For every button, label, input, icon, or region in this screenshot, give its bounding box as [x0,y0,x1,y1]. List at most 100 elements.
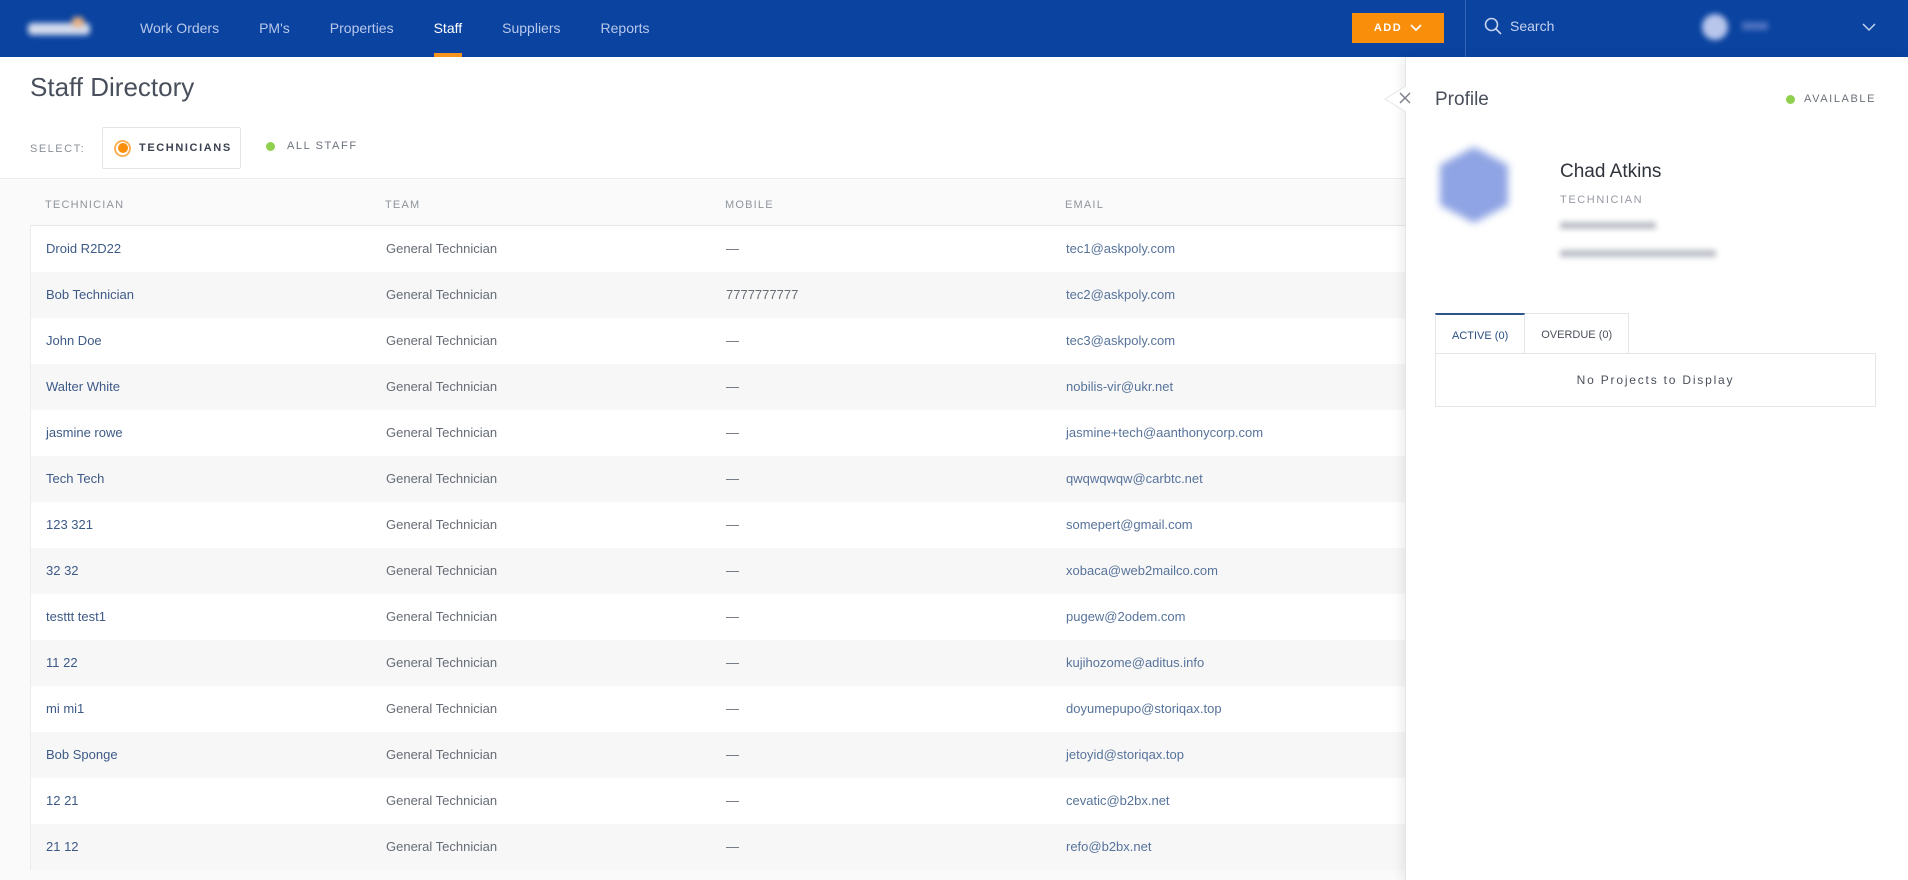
cell-technician-name[interactable]: 11 22 [46,655,78,670]
table-row[interactable]: 123 321 General Technician — somepert@gmail… [30,502,1420,548]
cell-team: General Technician [386,701,498,716]
column-header-email[interactable]: EMAIL [1065,199,1104,211]
close-icon[interactable] [1396,89,1414,107]
cell-technician-name[interactable]: testtt test1 [46,609,106,624]
table-body: Droid R2D22 General Technician — tec1@askpo… [30,226,1420,870]
cell-team: General Technician [386,839,498,854]
column-header-mobile[interactable]: MOBILE [725,199,774,211]
cell-technician-name[interactable]: Bob Sponge [46,747,118,762]
table-row[interactable]: 11 22 General Technician — kujihozome@aditu… [30,640,1420,686]
nav-properties[interactable]: Properties [330,0,394,57]
profile-email [1560,250,1716,257]
cell-email[interactable]: cevatic@b2bx.net [1066,793,1170,808]
filter-all-staff[interactable]: ALL STAFF [266,140,358,152]
cell-technician-name[interactable]: John Doe [46,333,102,348]
filter-technicians[interactable]: TECHNICIANS [102,127,241,169]
table-row[interactable]: 21 12 General Technician — refo@b2bx.net [30,824,1420,870]
cell-technician-name[interactable]: mi mi1 [46,701,84,716]
cell-mobile: — [726,701,739,716]
cell-mobile: — [726,563,739,578]
cell-email[interactable]: refo@b2bx.net [1066,839,1151,854]
app-logo[interactable] [28,17,90,39]
nav-suppliers[interactable]: Suppliers [502,0,560,57]
cell-mobile: — [726,241,739,256]
cell-mobile: — [726,609,739,624]
nav-reports[interactable]: Reports [601,0,650,57]
nav-work-orders[interactable]: Work Orders [140,0,219,57]
cell-technician-name[interactable]: Walter White [46,379,120,394]
availability-status: AVAILABLE [1786,93,1876,105]
cell-mobile: — [726,655,739,670]
cell-email[interactable]: jasmine+tech@aanthonycorp.com [1066,425,1263,440]
table-row[interactable]: Walter White General Technician — nobilis-v… [30,364,1420,410]
add-button[interactable]: ADD [1352,13,1444,43]
cell-team: General Technician [386,333,498,348]
table-row[interactable]: mi mi1 General Technician — doyumepupo@stor… [30,686,1420,732]
cell-team: General Technician [386,471,498,486]
cell-mobile: 7777777777 [726,287,799,302]
filter-technicians-label: TECHNICIANS [139,142,232,154]
profile-phone [1560,222,1656,229]
table-row[interactable]: jasmine rowe General Technician — jasmine+t… [30,410,1420,456]
cell-mobile: — [726,747,739,762]
profile-title: Profile [1435,89,1489,110]
cell-technician-name[interactable]: 21 12 [46,839,79,854]
cell-technician-name[interactable]: 32 32 [46,563,79,578]
table-header: TECHNICIAN TEAM MOBILE EMAIL [30,179,1420,226]
profile-avatar [1440,147,1508,223]
profile-name: Chad Atkins [1560,161,1662,182]
cell-team: General Technician [386,425,498,440]
cell-technician-name[interactable]: jasmine rowe [46,425,123,440]
cell-technician-name[interactable]: Droid R2D22 [46,241,121,256]
cell-technician-name[interactable]: Bob Technician [46,287,134,302]
table-row[interactable]: testtt test1 General Technician — pugew@2od… [30,594,1420,640]
table-row[interactable]: 12 21 General Technician — cevatic@b2bx.net [30,778,1420,824]
cell-team: General Technician [386,793,498,808]
column-header-technician[interactable]: TECHNICIAN [45,199,124,211]
tab-overdue[interactable]: OVERDUE (0) [1525,313,1630,353]
cell-email[interactable]: tec1@askpoly.com [1066,241,1175,256]
table-row[interactable]: Bob Sponge General Technician — jetoyid@sto… [30,732,1420,778]
user-avatar[interactable] [1702,14,1728,40]
nav-pms[interactable]: PM's [259,0,290,57]
table-row[interactable]: John Doe General Technician — tec3@askpoly.… [30,318,1420,364]
cell-email[interactable]: tec3@askpoly.com [1066,333,1175,348]
cell-email[interactable]: qwqwqwqw@carbtc.net [1066,471,1203,486]
cell-email[interactable]: pugew@2odem.com [1066,609,1185,624]
user-name[interactable] [1742,22,1768,30]
table-row[interactable]: Bob Technician General Technician 77777777… [30,272,1420,318]
cell-mobile: — [726,471,739,486]
cell-team: General Technician [386,517,498,532]
cell-email[interactable]: doyumepupo@storiqax.top [1066,701,1222,716]
chevron-down-icon[interactable] [1862,22,1876,32]
nav-staff[interactable]: Staff [433,0,462,57]
cell-mobile: — [726,379,739,394]
cell-team: General Technician [386,287,498,302]
status-dot-icon [1786,94,1795,104]
cell-team: General Technician [386,379,498,394]
column-header-team[interactable]: TEAM [385,199,420,211]
cell-team: General Technician [386,747,498,762]
table-row[interactable]: 32 32 General Technician — xobaca@web2mailc… [30,548,1420,594]
add-button-label: ADD [1373,22,1403,34]
cell-technician-name[interactable]: 12 21 [46,793,79,808]
filter-all-staff-label: ALL STAFF [287,140,358,152]
status-label: AVAILABLE [1804,93,1877,105]
staff-table: TECHNICIAN TEAM MOBILE EMAIL Droid R2D22… [0,178,1420,880]
cell-team: General Technician [386,655,498,670]
cell-technician-name[interactable]: 123 321 [46,517,93,532]
cell-mobile: — [726,839,739,854]
tab-active[interactable]: ACTIVE (0) [1435,313,1526,353]
cell-email[interactable]: tec2@askpoly.com [1066,287,1175,302]
cell-email[interactable]: nobilis-vir@ukr.net [1066,379,1173,394]
cell-email[interactable]: kujihozome@aditus.info [1066,655,1204,670]
cell-technician-name[interactable]: Tech Tech [46,471,104,486]
search-input[interactable]: Search [1484,17,1554,35]
radio-selected-icon [114,139,131,157]
cell-email[interactable]: somepert@gmail.com [1066,517,1193,532]
cell-email[interactable]: jetoyid@storiqax.top [1066,747,1184,762]
table-row[interactable]: Droid R2D22 General Technician — tec1@askpo… [30,226,1420,272]
table-row[interactable]: Tech Tech General Technician — qwqwqwqw@car… [30,456,1420,502]
search-placeholder: Search [1510,18,1555,34]
cell-email[interactable]: xobaca@web2mailco.com [1066,563,1218,578]
